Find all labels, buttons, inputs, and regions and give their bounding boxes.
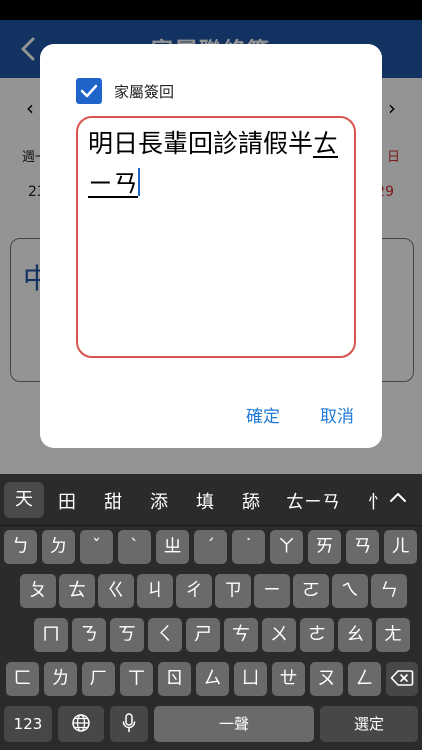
- key-row1[interactable]: ㄢ: [346, 530, 379, 564]
- key-row2[interactable]: ㄛ: [293, 574, 329, 608]
- candidate-item[interactable]: 甜: [104, 488, 122, 514]
- key-row3[interactable]: ㄇ: [34, 618, 68, 652]
- numbers-key[interactable]: 123: [4, 706, 52, 742]
- expand-candidates-icon[interactable]: [388, 490, 408, 504]
- key-row1[interactable]: ㄦ: [384, 530, 417, 564]
- key-row4[interactable]: ㄡ: [310, 662, 343, 696]
- candidate-item[interactable]: 忄: [368, 488, 386, 514]
- key-row2[interactable]: ㄧ: [254, 574, 290, 608]
- key-row2[interactable]: ㄟ: [332, 574, 368, 608]
- key-row2[interactable]: ㄣ: [371, 574, 407, 608]
- key-row2[interactable]: ㄗ: [215, 574, 251, 608]
- key-row1[interactable]: ˇ: [80, 530, 113, 564]
- candidate-bar: 天 田 甜 添 填 舔 ㄊㄧㄢ 忄: [0, 474, 422, 526]
- key-row4[interactable]: ㄌ: [44, 662, 77, 696]
- backspace-icon: [390, 670, 414, 686]
- confirm-button[interactable]: 確定: [246, 402, 280, 427]
- note-textarea[interactable]: 明日長輩回診請假半ㄊㄧㄢ: [76, 116, 356, 358]
- committed-text: 明日長輩回診請假半: [88, 129, 314, 158]
- key-row4[interactable]: ㄏ: [82, 662, 115, 696]
- key-row4[interactable]: ㄖ: [158, 662, 191, 696]
- sign-back-checkbox[interactable]: [76, 78, 102, 104]
- key-row2[interactable]: ㄍ: [98, 574, 134, 608]
- key-row3[interactable]: ㄎ: [110, 618, 144, 652]
- space-key[interactable]: 一聲: [154, 706, 314, 742]
- key-row3[interactable]: ㄨ: [262, 618, 296, 652]
- globe-icon: [72, 714, 90, 732]
- key-row1[interactable]: ˊ: [194, 530, 227, 564]
- key-row4[interactable]: ㄒ: [120, 662, 153, 696]
- key-row4[interactable]: ㄩ: [234, 662, 267, 696]
- status-bar: [0, 0, 422, 20]
- key-row1[interactable]: ㄉ: [42, 530, 75, 564]
- key-row1[interactable]: ㄓ: [156, 530, 189, 564]
- sign-back-checkbox-row[interactable]: 家屬簽回: [76, 78, 174, 104]
- sign-back-dialog: 家屬簽回 明日長輩回診請假半ㄊㄧㄢ 確定 取消: [40, 44, 382, 448]
- microphone-icon: [122, 713, 136, 733]
- key-row3[interactable]: ㄜ: [300, 618, 334, 652]
- globe-key[interactable]: [58, 706, 104, 742]
- key-row1[interactable]: ㄞ: [308, 530, 341, 564]
- key-row1[interactable]: ˋ: [118, 530, 151, 564]
- key-row3[interactable]: ㄘ: [224, 618, 258, 652]
- key-row2[interactable]: ㄊ: [59, 574, 95, 608]
- key-row1[interactable]: ˙: [232, 530, 265, 564]
- dictation-key[interactable]: [110, 706, 148, 742]
- zhuyin-keyboard: 天 田 甜 添 填 舔 ㄊㄧㄢ 忄 ㄅ ㄉ ˇ ˋ ㄓ ˊ ˙ ㄚ ㄞ ㄢ ㄦ …: [0, 474, 422, 750]
- backspace-key[interactable]: [386, 662, 418, 696]
- key-row2[interactable]: ㄔ: [176, 574, 212, 608]
- candidate-item[interactable]: ㄊㄧㄢ: [286, 488, 340, 514]
- cancel-button[interactable]: 取消: [320, 402, 354, 427]
- key-row3[interactable]: ㄤ: [376, 618, 410, 652]
- candidate-item[interactable]: 田: [58, 488, 76, 514]
- key-row4[interactable]: ㄝ: [272, 662, 305, 696]
- key-row1[interactable]: ㄅ: [4, 530, 37, 564]
- candidate-item[interactable]: 舔: [242, 488, 260, 514]
- candidate-item[interactable]: 添: [150, 488, 168, 514]
- select-key[interactable]: 選定: [320, 706, 418, 742]
- key-row1[interactable]: ㄚ: [270, 530, 303, 564]
- candidate-item[interactable]: 天: [4, 482, 44, 518]
- key-row2[interactable]: ㄐ: [137, 574, 173, 608]
- key-row4[interactable]: ㄥ: [348, 662, 381, 696]
- key-row3[interactable]: ㄠ: [338, 618, 372, 652]
- text-caret: [138, 168, 141, 196]
- key-row4[interactable]: ㄙ: [196, 662, 229, 696]
- checkmark-icon: [80, 84, 98, 98]
- candidate-item[interactable]: 填: [196, 488, 214, 514]
- sign-back-label: 家屬簽回: [114, 82, 175, 101]
- key-row3[interactable]: ㄑ: [148, 618, 182, 652]
- key-row4[interactable]: ㄈ: [6, 662, 39, 696]
- key-row3[interactable]: ㄕ: [186, 618, 220, 652]
- key-row3[interactable]: ㄋ: [72, 618, 106, 652]
- key-row2[interactable]: ㄆ: [20, 574, 56, 608]
